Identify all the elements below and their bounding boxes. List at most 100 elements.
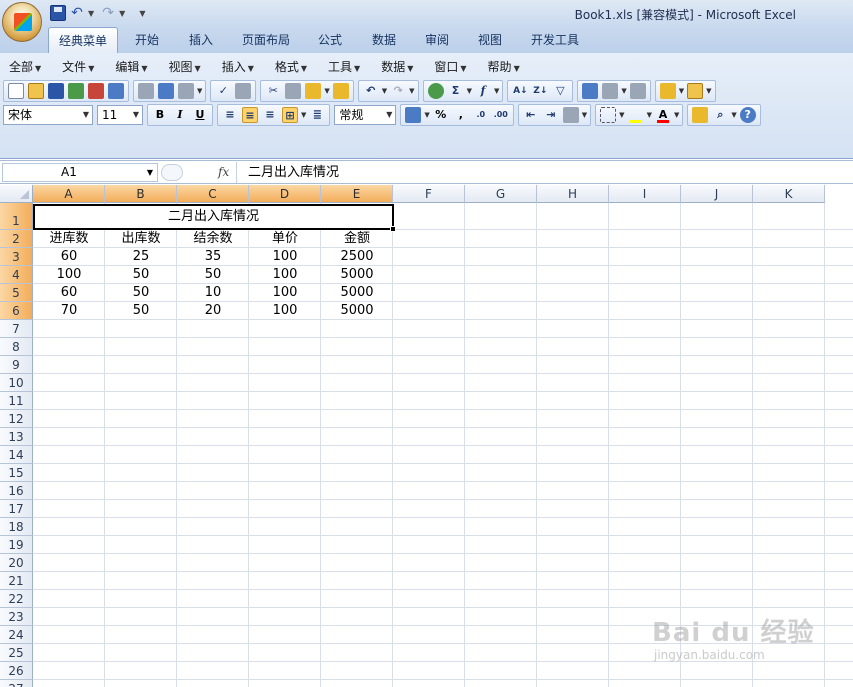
name-box[interactable]: A1 ▼ <box>2 163 158 182</box>
row-header-16[interactable]: 16 <box>0 482 33 500</box>
print-icon[interactable] <box>138 83 154 99</box>
data-cell[interactable]: 50 <box>177 266 249 284</box>
copy-icon[interactable] <box>285 83 302 99</box>
format-cells-icon[interactable] <box>562 107 579 123</box>
borders-icon[interactable] <box>600 107 617 123</box>
row-header-2[interactable]: 2 <box>0 230 33 248</box>
open-folder-icon[interactable] <box>28 83 44 99</box>
row-header-13[interactable]: 13 <box>0 428 33 446</box>
expand-icon[interactable] <box>161 164 183 181</box>
column-header-d[interactable]: D <box>249 185 321 203</box>
underline-button[interactable]: U <box>192 107 208 123</box>
row-header-12[interactable]: 12 <box>0 410 33 428</box>
bold-button[interactable]: B <box>152 107 168 123</box>
column-header-f[interactable]: F <box>393 185 465 203</box>
chevron-down-icon[interactable]: ▼ <box>582 111 587 119</box>
menu-data[interactable]: 数据 ▼ <box>374 56 420 78</box>
sort-descending-icon[interactable]: Z↓ <box>532 83 548 99</box>
percent-icon[interactable]: % <box>433 107 449 123</box>
align-right-icon[interactable]: ≡ <box>262 107 278 123</box>
row-header-27[interactable]: 27 <box>0 680 33 687</box>
conditional-format-icon[interactable] <box>659 83 676 99</box>
format-painter-icon[interactable] <box>332 83 349 99</box>
office-button-icon[interactable] <box>2 2 42 42</box>
data-cell[interactable]: 20 <box>177 302 249 320</box>
row-header-15[interactable]: 15 <box>0 464 33 482</box>
row-header-5[interactable]: 5 <box>0 284 33 302</box>
drawing-icon[interactable] <box>602 83 619 99</box>
export-icon[interactable] <box>68 83 84 99</box>
chevron-down-icon[interactable]: ▼ <box>621 87 626 95</box>
chevron-down-icon[interactable]: ▼ <box>197 87 202 95</box>
row-header-20[interactable]: 20 <box>0 554 33 572</box>
chevron-down-icon[interactable]: ▼ <box>619 111 624 119</box>
tab-formulas[interactable]: 公式 <box>306 27 354 53</box>
chevron-down-icon[interactable]: ▼ <box>674 111 679 119</box>
row-header-25[interactable]: 25 <box>0 644 33 662</box>
new-document-icon[interactable] <box>8 83 24 99</box>
chevron-down-icon[interactable]: ▼ <box>424 111 429 119</box>
select-all-button[interactable] <box>0 185 33 203</box>
chevron-down-icon[interactable]: ▼ <box>382 87 387 95</box>
row-header-9[interactable]: 9 <box>0 356 33 374</box>
row-header-22[interactable]: 22 <box>0 590 33 608</box>
data-cell[interactable]: 60 <box>33 284 105 302</box>
decrease-indent-icon[interactable]: ⇤ <box>523 107 539 123</box>
help-icon[interactable]: ? <box>739 107 756 123</box>
table-icon[interactable] <box>629 83 646 99</box>
column-header-e[interactable]: E <box>321 185 393 203</box>
comma-icon[interactable]: , <box>453 107 469 123</box>
data-cell[interactable]: 2500 <box>321 248 393 266</box>
formula-input[interactable]: 二月出入库情况 <box>236 162 852 183</box>
menu-window[interactable]: 窗口 ▼ <box>427 56 473 78</box>
column-header-h[interactable]: H <box>537 185 609 203</box>
column-header-b[interactable]: B <box>105 185 177 203</box>
chevron-down-icon[interactable]: ▼ <box>647 111 652 119</box>
fill-color-icon[interactable] <box>628 107 644 123</box>
chevron-down-icon[interactable]: ▼ <box>467 87 472 95</box>
row-header-6[interactable]: 6 <box>0 302 33 320</box>
header-cell[interactable]: 进库数 <box>33 230 105 248</box>
email-icon[interactable] <box>108 83 124 99</box>
data-cell[interactable]: 100 <box>249 284 321 302</box>
column-header-j[interactable]: J <box>681 185 753 203</box>
row-header-19[interactable]: 19 <box>0 536 33 554</box>
theme-icon[interactable] <box>692 107 709 123</box>
save-icon[interactable] <box>48 83 64 99</box>
data-cell[interactable]: 50 <box>105 302 177 320</box>
italic-button[interactable]: I <box>172 107 188 123</box>
data-cell[interactable]: 100 <box>33 266 105 284</box>
column-header-g[interactable]: G <box>465 185 537 203</box>
tab-home[interactable]: 开始 <box>124 27 170 53</box>
cut-icon[interactable]: ✂ <box>265 83 281 99</box>
menu-tools[interactable]: 工具 ▼ <box>321 56 367 78</box>
tab-insert[interactable]: 插入 <box>176 27 226 53</box>
header-cell[interactable]: 金额 <box>321 230 393 248</box>
data-cell[interactable]: 5000 <box>321 266 393 284</box>
column-header-c[interactable]: C <box>177 185 249 203</box>
tab-page-layout[interactable]: 页面布局 <box>232 27 300 53</box>
header-cell[interactable]: 出库数 <box>105 230 177 248</box>
row-header-26[interactable]: 26 <box>0 662 33 680</box>
row-header-18[interactable]: 18 <box>0 518 33 536</box>
menu-view[interactable]: 视图 ▼ <box>162 56 208 78</box>
decrease-decimal-icon[interactable]: .00 <box>493 107 509 123</box>
column-header-a[interactable]: A <box>33 185 105 203</box>
row-header-23[interactable]: 23 <box>0 608 33 626</box>
increase-indent-icon[interactable]: ⇥ <box>543 107 559 123</box>
data-cell[interactable]: 100 <box>249 302 321 320</box>
currency-icon[interactable] <box>405 107 422 123</box>
redo-icon[interactable]: ↷ <box>390 83 406 99</box>
header-cell[interactable]: 结余数 <box>177 230 249 248</box>
data-cell[interactable]: 35 <box>177 248 249 266</box>
menu-file[interactable]: 文件 ▼ <box>55 56 101 78</box>
data-cell[interactable]: 50 <box>105 284 177 302</box>
print-preview-icon[interactable] <box>158 83 174 99</box>
header-cell[interactable]: 单价 <box>249 230 321 248</box>
row-header-7[interactable]: 7 <box>0 320 33 338</box>
menu-insert[interactable]: 插入 ▼ <box>215 56 261 78</box>
chevron-down-icon[interactable]: ▼ <box>494 87 499 95</box>
font-name-select[interactable]: 宋体 ▼ <box>3 105 93 125</box>
data-cell[interactable]: 25 <box>105 248 177 266</box>
row-header-17[interactable]: 17 <box>0 500 33 518</box>
